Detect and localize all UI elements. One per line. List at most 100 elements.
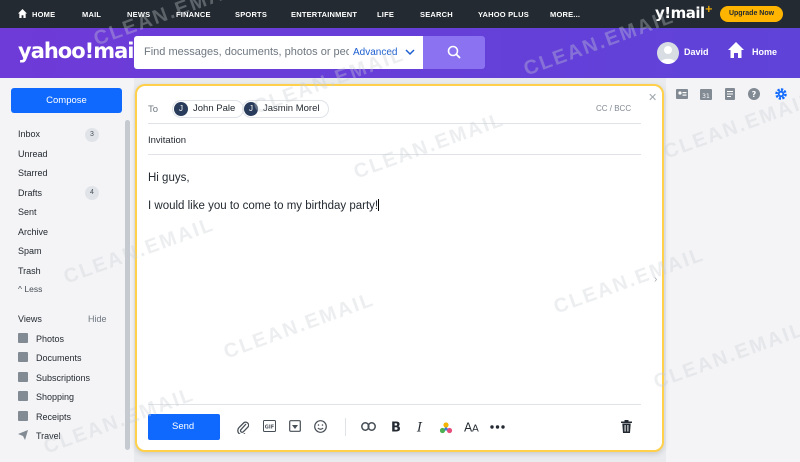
- gear-icon[interactable]: [774, 87, 788, 101]
- sidebar-item-drafts[interactable]: Drafts: [18, 188, 42, 198]
- svg-text:A: A: [472, 424, 479, 434]
- recipient-avatar: J: [174, 102, 188, 116]
- to-label: To: [148, 104, 159, 115]
- sidebar-item-inbox[interactable]: Inbox: [18, 129, 40, 139]
- right-panel: [666, 78, 800, 462]
- sticker-icon[interactable]: [289, 420, 301, 432]
- right-panel-icons: 31 ?: [676, 88, 760, 100]
- subject-field[interactable]: Invitation: [148, 135, 186, 146]
- home-button[interactable]: Home: [752, 47, 777, 57]
- views-heading: Views: [18, 314, 42, 324]
- compose-button[interactable]: Compose: [11, 88, 122, 113]
- subscriptions-icon: [18, 372, 28, 382]
- chevron-right-icon[interactable]: ›: [654, 274, 657, 285]
- svg-text:GIF: GIF: [265, 425, 274, 431]
- sidebar-item-travel[interactable]: Travel: [18, 430, 61, 441]
- ymail-logo[interactable]: y!mail+: [655, 4, 713, 22]
- less-toggle[interactable]: ^ Less: [18, 284, 42, 294]
- recipient-name: John Pale: [193, 103, 236, 114]
- plus-icon: +: [704, 4, 713, 15]
- topnav-life[interactable]: LIFE: [377, 10, 394, 19]
- recipient-avatar: J: [244, 102, 258, 116]
- search-icon: [447, 45, 461, 59]
- svg-text:31: 31: [702, 93, 710, 100]
- svg-text:B: B: [391, 421, 401, 434]
- sidebar-item-spam[interactable]: Spam: [18, 246, 42, 256]
- topnav-entertainment[interactable]: ENTERTAINMENT: [291, 10, 357, 19]
- recipient-chip[interactable]: J John Pale: [172, 100, 245, 118]
- trash-icon[interactable]: [621, 420, 632, 433]
- message-body-line[interactable]: Hi guys,: [148, 172, 190, 184]
- toolbar-divider: [345, 418, 346, 436]
- compose-window: ✕ To J John Pale J Jasmin Morel CC / BCC…: [135, 84, 664, 452]
- emoji-icon[interactable]: [314, 420, 327, 433]
- user-avatar-icon: [660, 46, 676, 64]
- drafts-count-badge: 4: [85, 186, 99, 200]
- upgrade-now-button[interactable]: Upgrade Now: [720, 6, 783, 22]
- attachment-icon[interactable]: [237, 420, 249, 434]
- close-icon[interactable]: ✕: [648, 91, 657, 104]
- text-color-icon[interactable]: [439, 422, 453, 434]
- notepad-icon[interactable]: [724, 88, 736, 100]
- topnav-news[interactable]: NEWS: [127, 10, 150, 19]
- avatar[interactable]: [657, 42, 679, 64]
- hide-views-button[interactable]: Hide: [88, 314, 107, 324]
- shopping-icon: [18, 391, 28, 401]
- sidebar-item-unread[interactable]: Unread: [18, 149, 48, 159]
- mail-header: yahoo!mail Find messages, documents, pho…: [0, 28, 800, 78]
- sidebar-item-documents[interactable]: Documents: [18, 352, 82, 363]
- topnav-more[interactable]: MORE...: [550, 10, 580, 19]
- sidebar-item-photos[interactable]: Photos: [18, 333, 64, 344]
- home-icon: [18, 9, 27, 18]
- inbox-count-badge: 3: [85, 128, 99, 142]
- sidebar-item-sent[interactable]: Sent: [18, 207, 37, 217]
- yahoo-mail-logo[interactable]: yahoo!mail: [18, 39, 141, 63]
- recipient-chip[interactable]: J Jasmin Morel: [242, 100, 329, 118]
- divider: [148, 123, 641, 124]
- topnav-mail[interactable]: MAIL: [82, 10, 101, 19]
- more-options-icon[interactable]: [490, 425, 505, 429]
- sidebar-scrollbar[interactable]: [125, 120, 130, 450]
- contacts-icon[interactable]: [676, 88, 688, 100]
- calendar-icon[interactable]: 31: [700, 88, 712, 100]
- svg-text:?: ?: [752, 90, 757, 99]
- search-button[interactable]: [423, 36, 485, 69]
- sidebar-item-receipts[interactable]: Receipts: [18, 411, 71, 422]
- text-cursor: [378, 199, 380, 211]
- sidebar-item-shopping[interactable]: Shopping: [18, 391, 74, 402]
- travel-icon: [18, 430, 28, 440]
- sidebar-item-subscriptions[interactable]: Subscriptions: [18, 372, 90, 383]
- topnav-sports[interactable]: SPORTS: [235, 10, 267, 19]
- divider: [148, 404, 641, 405]
- topnav-home[interactable]: HOME: [32, 10, 55, 19]
- advanced-search-button[interactable]: Advanced: [353, 47, 397, 58]
- search-box[interactable]: Find messages, documents, photos or peop…: [134, 36, 424, 69]
- sidebar: Compose Inbox 3 Unread Starred Drafts 4 …: [0, 78, 134, 462]
- gif-icon[interactable]: GIF: [263, 420, 276, 432]
- topnav-search[interactable]: SEARCH: [420, 10, 453, 19]
- receipts-icon: [18, 411, 28, 421]
- sidebar-item-trash[interactable]: Trash: [18, 266, 41, 276]
- search-input[interactable]: Find messages, documents, photos or peop: [144, 46, 349, 58]
- home-icon[interactable]: [727, 41, 745, 59]
- sidebar-item-starred[interactable]: Starred: [18, 168, 48, 178]
- italic-icon[interactable]: I: [415, 420, 426, 434]
- chevron-down-icon[interactable]: [405, 47, 415, 57]
- message-body-line[interactable]: I would like you to come to my birthday …: [148, 199, 380, 212]
- link-icon[interactable]: [361, 422, 376, 431]
- cc-bcc-button[interactable]: CC / BCC: [596, 104, 631, 113]
- send-button[interactable]: Send: [148, 414, 220, 440]
- recipient-name: Jasmin Morel: [263, 103, 320, 114]
- divider: [148, 154, 641, 155]
- font-size-icon[interactable]: AA: [464, 420, 481, 434]
- top-navigation-bar: HOME MAIL NEWS FINANCE SPORTS ENTERTAINM…: [0, 0, 800, 28]
- document-icon: [18, 352, 28, 362]
- svg-text:I: I: [416, 421, 423, 434]
- topnav-yahoo-plus[interactable]: YAHOO PLUS: [478, 10, 529, 19]
- photos-icon: [18, 333, 28, 343]
- sidebar-item-archive[interactable]: Archive: [18, 227, 48, 237]
- user-name[interactable]: David: [684, 47, 709, 57]
- topnav-finance[interactable]: FINANCE: [176, 10, 211, 19]
- bold-icon[interactable]: B: [390, 420, 401, 434]
- help-icon[interactable]: ?: [748, 88, 760, 100]
